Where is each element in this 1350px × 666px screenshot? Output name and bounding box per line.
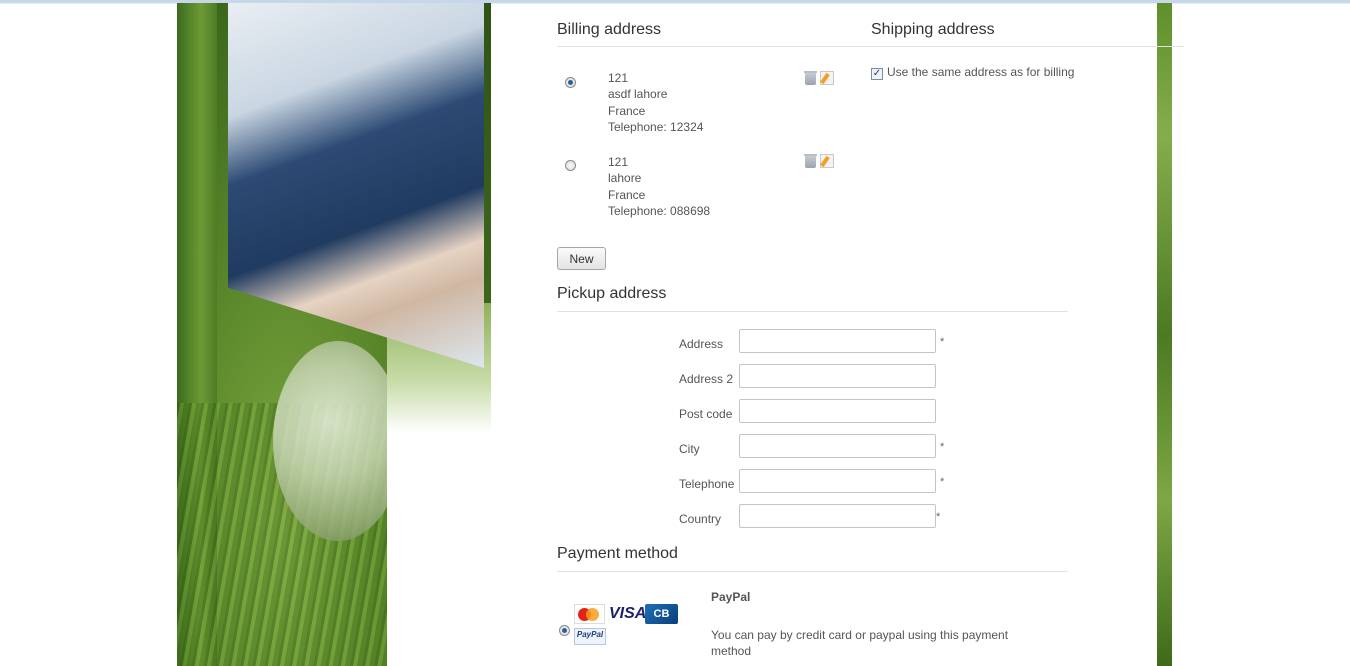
required-marker: *	[940, 476, 945, 488]
new-address-button[interactable]: New	[557, 247, 606, 270]
golf-ball-image	[273, 341, 403, 541]
address2-input[interactable]	[739, 364, 936, 388]
address-line: lahore	[608, 171, 642, 186]
required-marker: *	[940, 441, 945, 453]
billing-divider	[557, 46, 1184, 47]
billing-address-1: 121 asdf lahore France Telephone: 12324	[608, 70, 703, 135]
telephone-input[interactable]	[739, 469, 936, 493]
address-line: asdf lahore	[608, 87, 668, 102]
address-label: Address	[679, 337, 724, 351]
billing-address-2: 121 lahore France Telephone: 088698	[608, 154, 710, 219]
paypal-logo: PayPal	[574, 628, 606, 645]
pickup-address-title: Pickup address	[557, 285, 667, 302]
mastercard-icon	[574, 604, 605, 624]
postcode-input[interactable]	[739, 399, 936, 423]
country-input[interactable]	[739, 504, 936, 528]
visa-icon: VISA	[609, 605, 647, 622]
trash-icon[interactable]	[804, 154, 817, 168]
pickup-divider	[557, 311, 1068, 312]
address-telephone: Telephone: 088698	[608, 203, 711, 218]
payment-method-title: Payment method	[557, 545, 678, 562]
payment-method-description: You can pay by credit card or paypal usi…	[711, 628, 1009, 658]
checkout-content: Billing address Shipping address 121 asd…	[557, 0, 1184, 666]
address-line: 121	[608, 155, 629, 169]
address-telephone: Telephone: 12324	[608, 119, 704, 134]
same-address-label: Use the same address as for billing	[887, 65, 1075, 79]
postcode-label: Post code	[679, 407, 733, 421]
billing-address-radio-1[interactable]	[565, 77, 576, 88]
country-label: Country	[679, 512, 722, 526]
paypal-radio[interactable]	[559, 625, 570, 636]
telephone-label: Telephone	[679, 477, 735, 491]
trash-icon[interactable]	[804, 71, 817, 85]
banner-white-panel	[387, 433, 491, 666]
edit-icon[interactable]	[820, 71, 834, 85]
shipping-address-title: Shipping address	[871, 21, 995, 38]
required-marker: *	[936, 511, 941, 523]
billing-address-radio-2[interactable]	[565, 160, 576, 171]
edit-icon[interactable]	[820, 154, 834, 168]
address-line: France	[608, 187, 646, 202]
cb-card-icon: CB	[645, 604, 678, 624]
city-input[interactable]	[739, 434, 936, 458]
required-marker: *	[940, 336, 945, 348]
address2-label: Address 2	[679, 372, 734, 386]
same-address-checkbox[interactable]: ✓	[871, 68, 883, 80]
address-line: 121	[608, 71, 629, 85]
address-line: France	[608, 103, 646, 118]
header-banner-image	[177, 3, 491, 666]
payment-method-name: PayPal	[711, 590, 751, 604]
city-label: City	[679, 442, 700, 456]
business-people-photo	[228, 3, 484, 368]
address-input[interactable]	[739, 329, 936, 353]
billing-address-title: Billing address	[557, 21, 662, 38]
payment-divider	[557, 571, 1068, 572]
